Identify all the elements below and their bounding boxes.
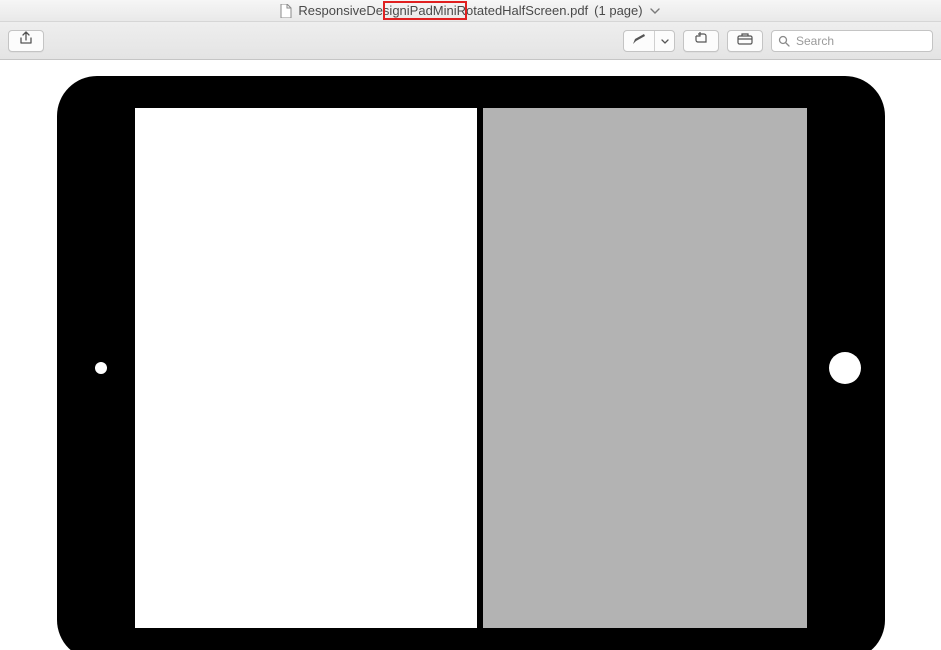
rotate-icon (694, 31, 708, 50)
ipad-camera-dot (95, 362, 107, 374)
window-titlebar: ResponsiveDesigniPadMiniRotatedHalfScree… (0, 0, 941, 22)
window-title-page-count: (1 page) (594, 3, 642, 18)
ipad-home-button (829, 352, 861, 384)
chevron-down-icon (661, 32, 669, 50)
markup-segmented-control (623, 30, 675, 52)
toolbar (0, 22, 941, 60)
ipad-left-pane (135, 108, 478, 628)
search-input[interactable] (796, 34, 926, 48)
toolbox-icon (737, 32, 753, 50)
ipad-frame (57, 76, 885, 650)
title-disclosure-icon[interactable] (649, 8, 661, 14)
title-wrap: ResponsiveDesigniPadMiniRotatedHalfScree… (280, 3, 660, 18)
ipad-screen (135, 108, 807, 628)
pencil-icon (632, 32, 646, 50)
share-button[interactable] (8, 30, 44, 52)
rotate-button[interactable] (683, 30, 719, 52)
share-icon (19, 31, 33, 50)
ipad-right-pane (483, 108, 806, 628)
search-icon (778, 35, 790, 47)
document-viewport[interactable] (0, 60, 941, 650)
toolbox-button[interactable] (727, 30, 763, 52)
document-icon (280, 4, 292, 18)
markup-dropdown-button[interactable] (654, 31, 674, 51)
markup-button[interactable] (624, 31, 654, 51)
window-title-filename: ResponsiveDesigniPadMiniRotatedHalfScree… (298, 3, 588, 18)
search-field[interactable] (771, 30, 933, 52)
